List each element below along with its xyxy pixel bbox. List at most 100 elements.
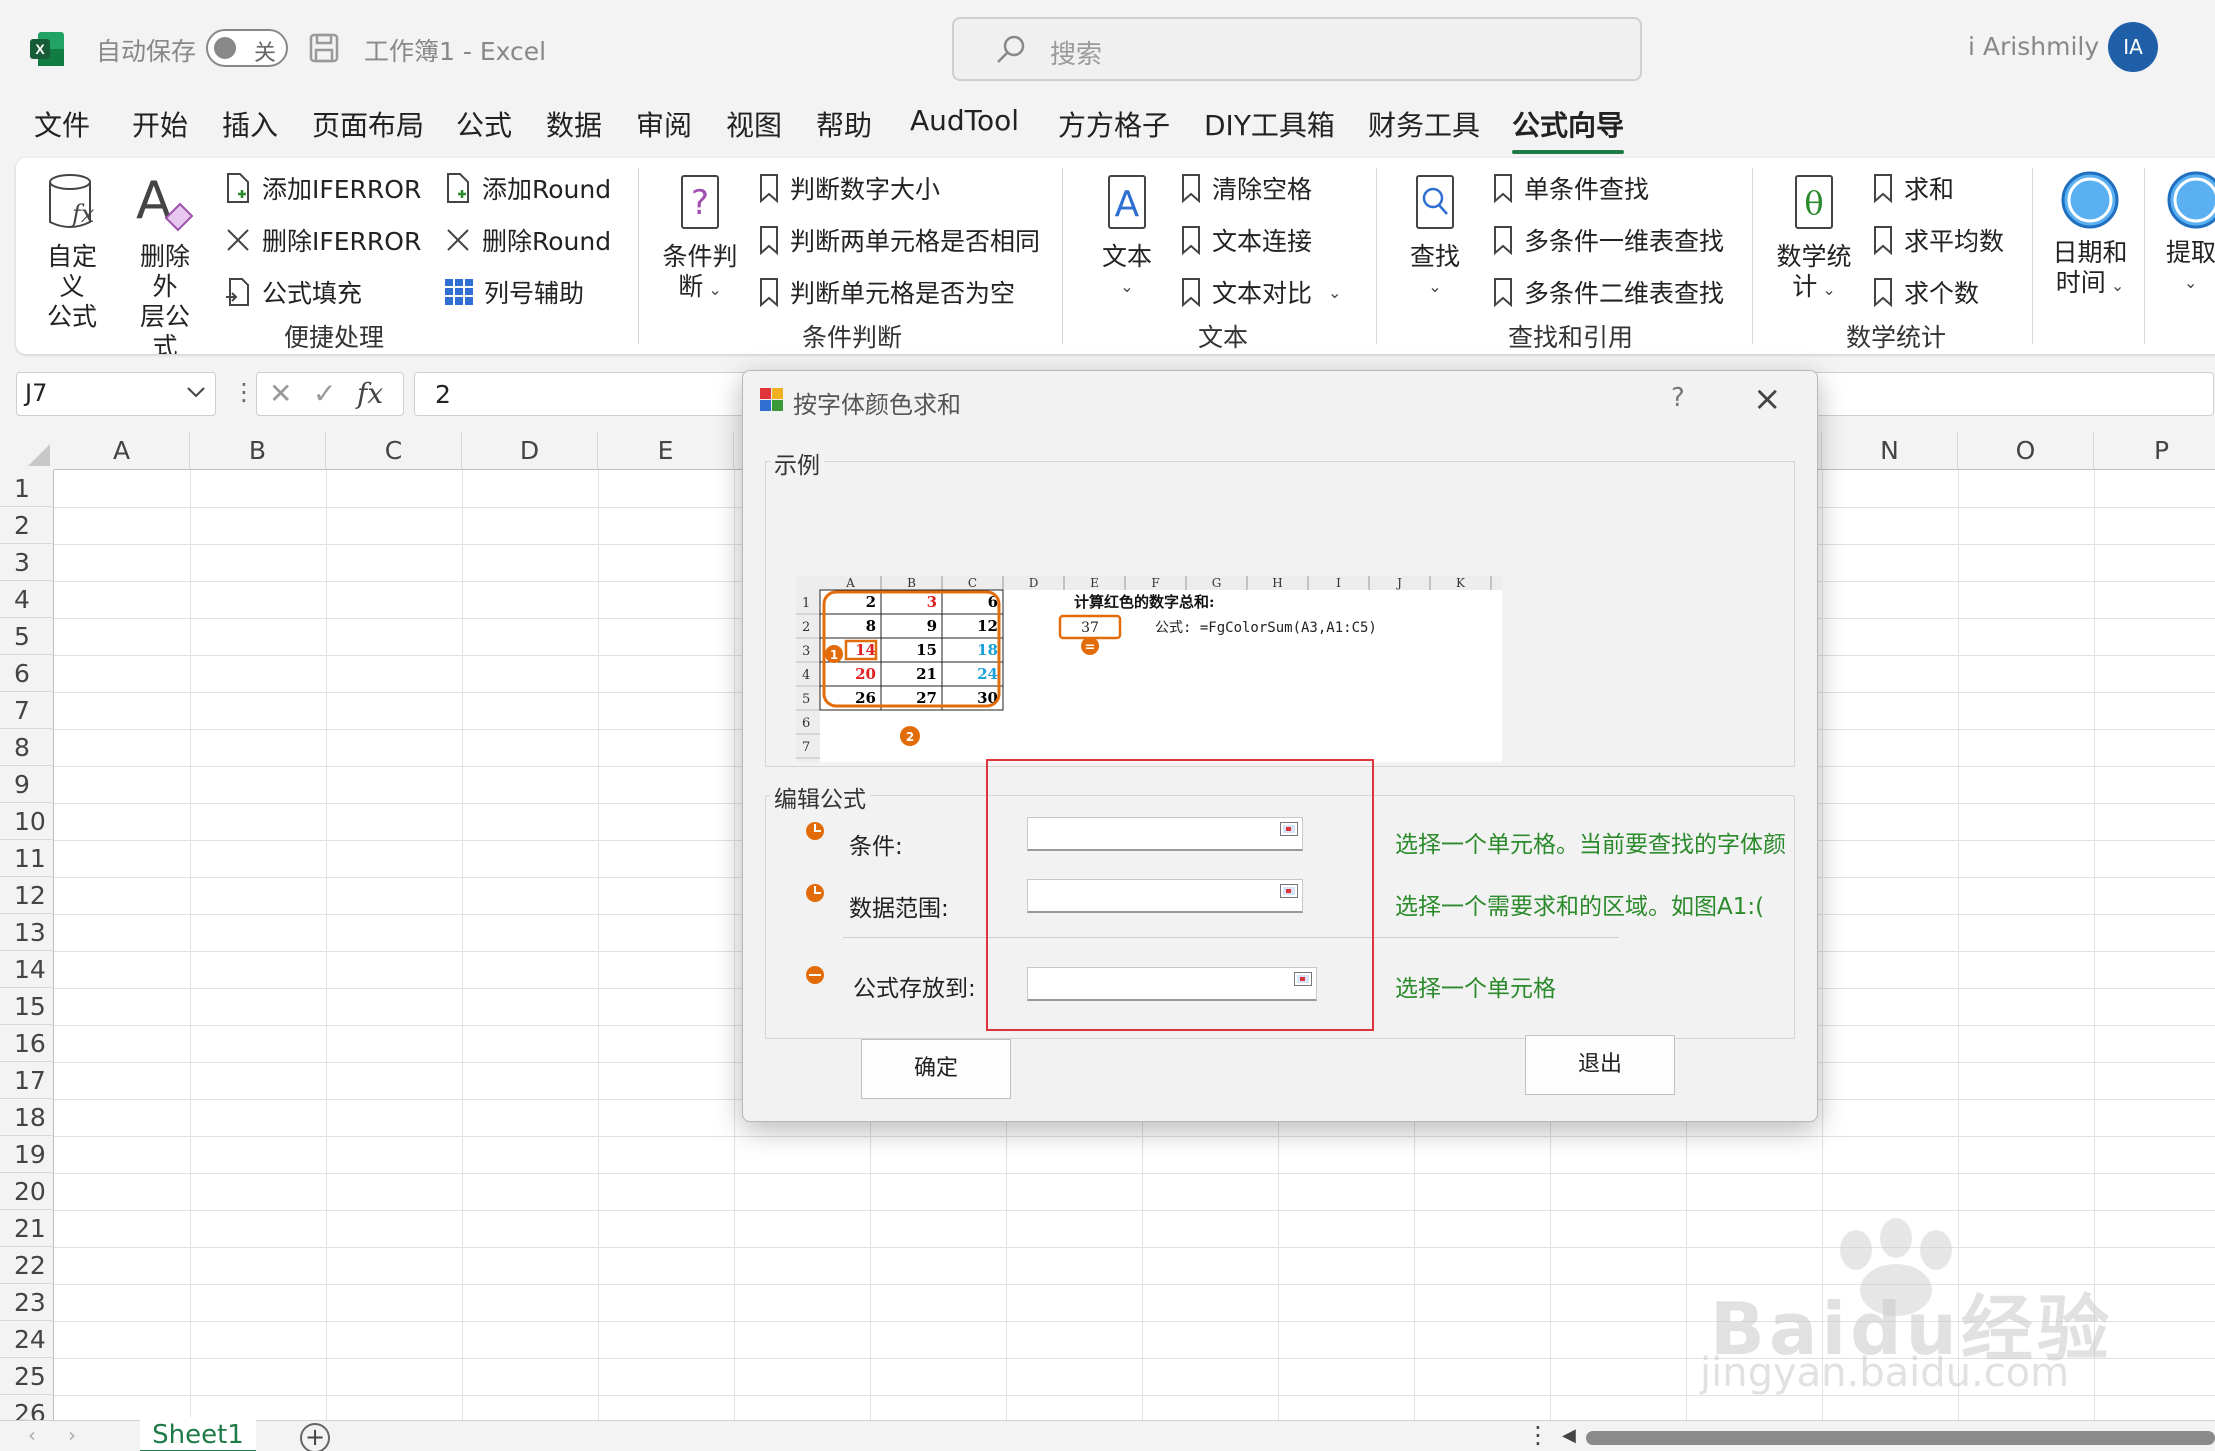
- math-big-label-2: 计: [1792, 272, 1818, 301]
- row-header[interactable]: 7: [0, 692, 54, 729]
- remove-outer-formula-button[interactable]: A 删除外 层公式: [128, 172, 202, 354]
- row-header[interactable]: 11: [0, 840, 54, 877]
- column-header[interactable]: B: [190, 432, 326, 470]
- row-header[interactable]: 9: [0, 766, 54, 803]
- text-button[interactable]: A 文本 ⌄: [1092, 172, 1162, 302]
- row-header[interactable]: 2: [0, 507, 54, 544]
- avatar[interactable]: IA: [2108, 22, 2158, 72]
- tab-review[interactable]: 审阅: [636, 104, 692, 144]
- row-header[interactable]: 13: [0, 914, 54, 951]
- more-vertical-icon[interactable]: ⋮: [232, 378, 256, 406]
- column-header[interactable]: C: [326, 432, 462, 470]
- user-name[interactable]: i Arishmily: [1968, 32, 2099, 61]
- sum-button[interactable]: 求和: [1872, 168, 1954, 208]
- chevron-down-icon[interactable]: [185, 381, 207, 403]
- row-header[interactable]: 6: [0, 655, 54, 692]
- ok-button[interactable]: 确定: [861, 1039, 1011, 1099]
- row-header[interactable]: 8: [0, 729, 54, 766]
- more-vertical-icon[interactable]: ⋮: [1526, 1421, 1550, 1449]
- exit-button[interactable]: 退出: [1525, 1035, 1675, 1095]
- tab-diy-toolbox[interactable]: DIY工具箱: [1204, 104, 1335, 144]
- row-header[interactable]: 25: [0, 1358, 54, 1395]
- judge-cell-empty-button[interactable]: 判断单元格是否为空: [758, 272, 1015, 312]
- search-box[interactable]: 搜索: [952, 17, 1642, 81]
- tab-help[interactable]: 帮助: [816, 104, 872, 144]
- tab-data[interactable]: 数据: [546, 104, 602, 144]
- enter-check-icon[interactable]: ✓: [313, 377, 336, 410]
- row-header[interactable]: 15: [0, 988, 54, 1025]
- tab-formulas[interactable]: 公式: [456, 104, 512, 144]
- remove-iferror-button[interactable]: 删除IFERROR: [224, 220, 421, 260]
- add-round-button[interactable]: 添加Round: [444, 168, 611, 208]
- sheet-tab-sheet1[interactable]: Sheet1: [140, 1417, 256, 1451]
- row-header[interactable]: 10: [0, 803, 54, 840]
- row-header[interactable]: 1: [0, 470, 54, 507]
- column-header[interactable]: A: [54, 432, 190, 470]
- tab-view[interactable]: 视图: [726, 104, 782, 144]
- text-compare-button[interactable]: 文本对比 ⌄: [1180, 272, 1341, 312]
- row-header[interactable]: 14: [0, 951, 54, 988]
- row-header[interactable]: 4: [0, 581, 54, 618]
- column-header[interactable]: E: [598, 432, 734, 470]
- group-label-math: 数学统计: [1846, 323, 1947, 352]
- row-header[interactable]: 3: [0, 544, 54, 581]
- clear-spaces-button[interactable]: 清除空格: [1180, 168, 1312, 208]
- cancel-x-icon[interactable]: ✕: [269, 377, 292, 410]
- column-helper-button[interactable]: 列号辅助: [444, 272, 584, 312]
- row-header[interactable]: 24: [0, 1321, 54, 1358]
- close-icon[interactable]: ×: [1753, 379, 1782, 419]
- count-button[interactable]: 求个数: [1872, 272, 1979, 312]
- row-header[interactable]: 12: [0, 877, 54, 914]
- tab-insert[interactable]: 插入: [222, 104, 278, 144]
- tab-finance-tools[interactable]: 财务工具: [1368, 104, 1480, 144]
- custom-formula-button[interactable]: fx 自定义 公式 ⌄: [40, 172, 104, 354]
- row-header[interactable]: 26: [0, 1395, 54, 1420]
- row-header[interactable]: 21: [0, 1210, 54, 1247]
- save-icon[interactable]: [308, 32, 340, 64]
- autosave-toggle[interactable]: 关: [206, 29, 288, 67]
- select-all-corner[interactable]: [0, 432, 54, 470]
- text-join-button[interactable]: 文本连接: [1180, 220, 1312, 260]
- row-header[interactable]: 5: [0, 618, 54, 655]
- name-box[interactable]: J7: [16, 372, 216, 416]
- single-condition-lookup-button[interactable]: 单条件查找: [1492, 168, 1649, 208]
- judge-cells-equal-button[interactable]: 判断两单元格是否相同: [758, 220, 1040, 260]
- multi-condition-1d-lookup-button[interactable]: 多条件一维表查找: [1492, 220, 1724, 260]
- math-stats-button[interactable]: θ 数学统 计 ⌄: [1772, 172, 1856, 305]
- horizontal-scrollbar[interactable]: [1586, 1431, 2215, 1445]
- tab-file[interactable]: 文件: [34, 104, 90, 144]
- row-header[interactable]: 23: [0, 1284, 54, 1321]
- column-header[interactable]: N: [1822, 432, 1958, 470]
- lookup-button[interactable]: 查找 ⌄: [1400, 172, 1470, 302]
- date-time-button[interactable]: 日期和 时间 ⌄: [2048, 168, 2132, 301]
- tab-fangfangezi[interactable]: 方方格子: [1058, 104, 1170, 144]
- tab-page-layout[interactable]: 页面布局: [312, 104, 424, 144]
- formula-fill-button[interactable]: 公式填充: [224, 272, 362, 312]
- scroll-left-triangle-icon[interactable]: ◀: [1562, 1425, 1576, 1446]
- extract-button[interactable]: 提取 ⌄: [2166, 168, 2215, 298]
- scroll-left-icon[interactable]: ‹: [28, 1423, 36, 1447]
- column-header[interactable]: P: [2094, 432, 2215, 470]
- tab-audtool[interactable]: AudTool: [910, 104, 1019, 137]
- tab-home[interactable]: 开始: [132, 104, 188, 144]
- row-header[interactable]: 22: [0, 1247, 54, 1284]
- remove-round-button[interactable]: 删除Round: [444, 220, 611, 260]
- row-header[interactable]: 17: [0, 1062, 54, 1099]
- tab-formula-wizard[interactable]: 公式向导: [1512, 104, 1625, 154]
- math-big-label-1: 数学统: [1776, 242, 1852, 271]
- row-header[interactable]: 20: [0, 1173, 54, 1210]
- judge-number-size-button[interactable]: 判断数字大小: [758, 168, 940, 208]
- add-iferror-button[interactable]: 添加IFERROR: [224, 168, 421, 208]
- column-header[interactable]: O: [1958, 432, 2094, 470]
- scroll-right-icon[interactable]: ›: [68, 1423, 76, 1447]
- row-header[interactable]: 19: [0, 1136, 54, 1173]
- row-header[interactable]: 18: [0, 1099, 54, 1136]
- average-button[interactable]: 求平均数: [1872, 220, 2004, 260]
- add-sheet-icon[interactable]: +: [300, 1423, 330, 1451]
- column-header[interactable]: D: [462, 432, 598, 470]
- condition-judge-button[interactable]: ? 条件判 断 ⌄: [660, 172, 740, 305]
- multi-condition-2d-lookup-button[interactable]: 多条件二维表查找: [1492, 272, 1724, 312]
- help-icon[interactable]: ?: [1671, 383, 1685, 413]
- row-header[interactable]: 16: [0, 1025, 54, 1062]
- insert-function-icon[interactable]: fx: [357, 377, 383, 410]
